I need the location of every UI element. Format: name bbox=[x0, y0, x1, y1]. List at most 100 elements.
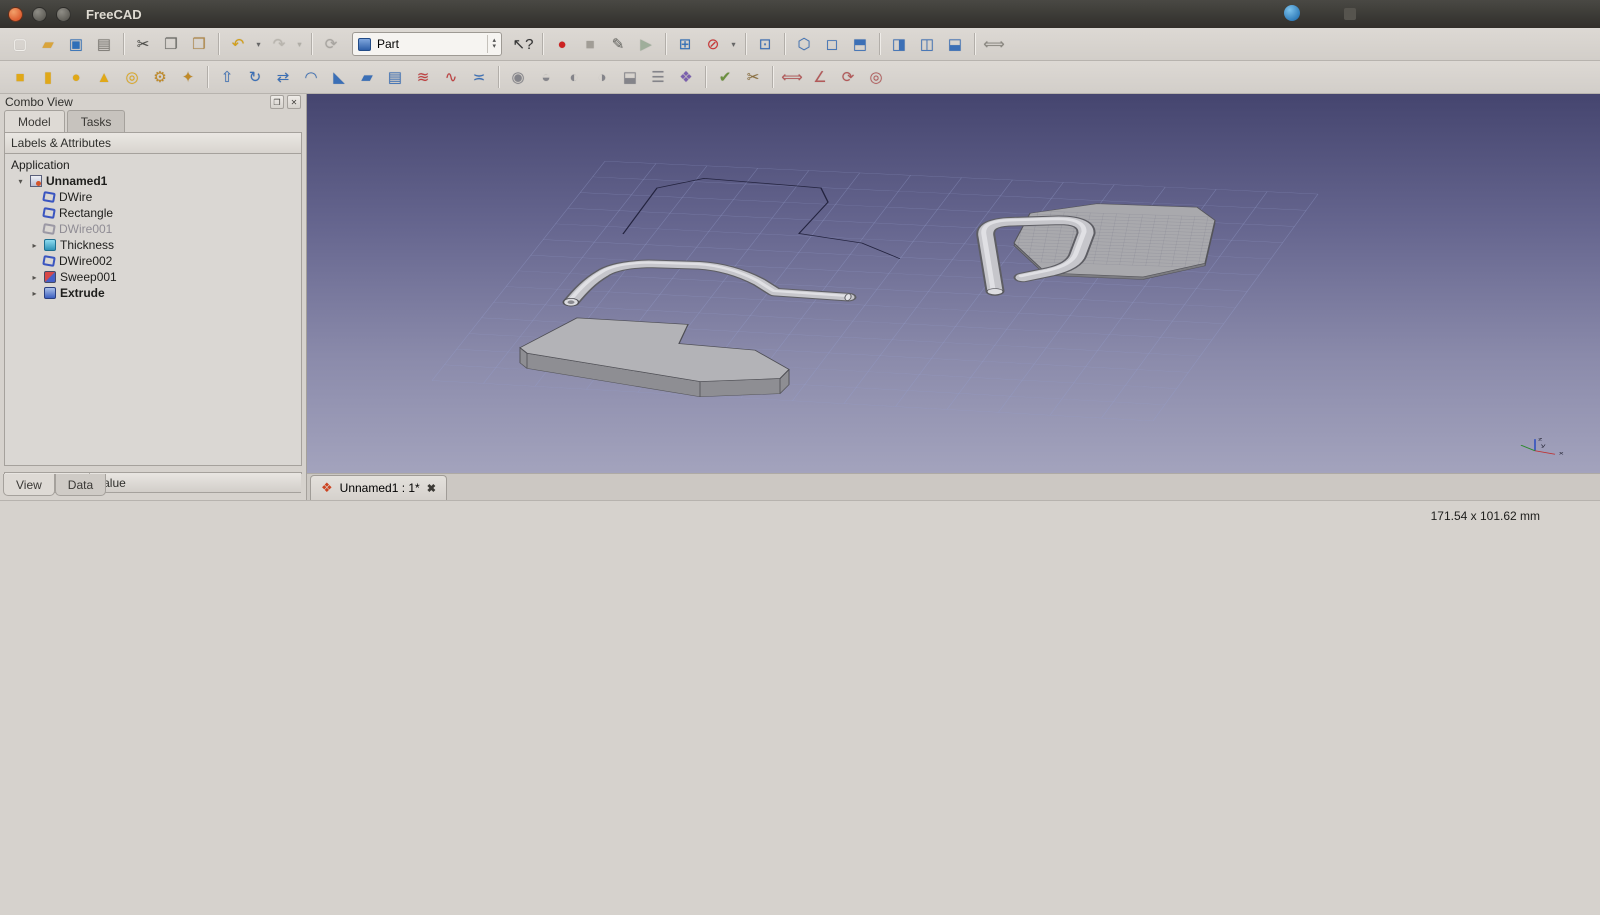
union-icon[interactable]: ◐ bbox=[561, 64, 587, 90]
torus-icon[interactable]: ◎ bbox=[119, 64, 145, 90]
extrude-solid[interactable] bbox=[520, 318, 789, 397]
workbench-selector[interactable]: Part ▴▾ bbox=[352, 32, 502, 56]
axonometric-view-icon[interactable]: ⬡ bbox=[791, 31, 817, 57]
sweep-icon[interactable]: ∿ bbox=[438, 64, 464, 90]
expander-closed-icon[interactable]: ▸ bbox=[29, 289, 40, 298]
revolve-icon[interactable]: ↻ bbox=[242, 64, 268, 90]
fit-all-icon[interactable]: ⊡ bbox=[752, 31, 778, 57]
copy-icon[interactable]: ❐ bbox=[158, 31, 184, 57]
cut-icon[interactable]: ✂ bbox=[130, 31, 156, 57]
measure-icon[interactable]: ⟺ bbox=[981, 31, 1007, 57]
undo-menu-arrow-icon[interactable]: ▾ bbox=[253, 31, 264, 57]
toolbar-separator bbox=[745, 33, 746, 55]
3d-viewport[interactable]: z y x bbox=[307, 94, 1600, 473]
tree-item-thickness[interactable]: ▸ Thickness bbox=[7, 237, 299, 253]
tab-tasks[interactable]: Tasks bbox=[67, 110, 126, 132]
tree-item-unnamed1[interactable]: ▾ Unnamed1 bbox=[7, 173, 299, 189]
document-tab[interactable]: ❖ Unnamed1 : 1* ✖ bbox=[310, 475, 447, 500]
toolbar-separator bbox=[705, 66, 706, 88]
boolean-icon[interactable]: ◉ bbox=[505, 64, 531, 90]
panel-float-button[interactable]: ❐ bbox=[270, 95, 284, 109]
tab-close-icon[interactable]: ✖ bbox=[427, 482, 436, 495]
tree-item-dwire002[interactable]: DWire002 bbox=[7, 253, 299, 269]
tree-item-dwire001[interactable]: DWire001 bbox=[7, 221, 299, 237]
refresh-icon[interactable]: ⟳ bbox=[318, 31, 344, 57]
intersection-icon[interactable]: ◑ bbox=[589, 64, 615, 90]
save-file-icon[interactable]: ▣ bbox=[63, 31, 89, 57]
tree-item-extrude[interactable]: ▸ Extrude bbox=[7, 285, 299, 301]
dwire-profile-wire[interactable] bbox=[623, 178, 900, 258]
measure-toggle-icon[interactable]: ◎ bbox=[863, 64, 889, 90]
cut-boolean-icon[interactable]: ◒ bbox=[533, 64, 559, 90]
tree-column-header[interactable]: Labels & Attributes bbox=[4, 132, 302, 154]
macro-record-icon[interactable]: ● bbox=[549, 31, 575, 57]
zoom-region-icon[interactable]: ⊞ bbox=[672, 31, 698, 57]
new-file-icon[interactable]: ▢ bbox=[7, 31, 33, 57]
macro-stop-icon[interactable]: ■ bbox=[577, 31, 603, 57]
whats-this-icon[interactable]: ↖? bbox=[510, 31, 536, 57]
front-view-icon[interactable]: ◻ bbox=[819, 31, 845, 57]
3d-viewport-canvas[interactable]: z y x bbox=[307, 94, 1600, 473]
redo-menu-arrow-icon[interactable]: ▾ bbox=[294, 31, 305, 57]
chamfer-icon[interactable]: ◣ bbox=[326, 64, 352, 90]
right-view-icon[interactable]: ◨ bbox=[886, 31, 912, 57]
sphere-icon[interactable]: ● bbox=[63, 64, 89, 90]
primitives-icon[interactable]: ⚙ bbox=[147, 64, 173, 90]
tab-view[interactable]: View bbox=[3, 474, 55, 496]
tray-icon[interactable] bbox=[1344, 8, 1356, 20]
tree-root-application[interactable]: Application bbox=[7, 157, 299, 173]
compound-icon[interactable]: ❖ bbox=[673, 64, 699, 90]
workbench-spinner-icon[interactable]: ▴▾ bbox=[487, 35, 496, 53]
extrude-icon[interactable]: ⇧ bbox=[214, 64, 240, 90]
macro-play-icon[interactable]: ▶ bbox=[633, 31, 659, 57]
panel-close-button[interactable]: ✕ bbox=[287, 95, 301, 109]
tray-icon[interactable] bbox=[1284, 5, 1300, 21]
cross-sections-icon[interactable]: ☰ bbox=[645, 64, 671, 90]
tab-data[interactable]: Data bbox=[55, 474, 106, 496]
toolbar-separator bbox=[784, 33, 785, 55]
shape-builder-icon[interactable]: ✦ bbox=[175, 64, 201, 90]
box-icon[interactable]: ■ bbox=[7, 64, 33, 90]
thickness-plate-solid[interactable] bbox=[1002, 204, 1221, 280]
ruled-surface-icon[interactable]: ▤ bbox=[382, 64, 408, 90]
paste-icon[interactable]: ❒ bbox=[186, 31, 212, 57]
tree-item-sweep001[interactable]: ▸ Sweep001 bbox=[7, 269, 299, 285]
bottom-view-icon[interactable]: ⬓ bbox=[942, 31, 968, 57]
window-titlebar[interactable]: FreeCAD bbox=[0, 0, 1600, 28]
expander-closed-icon[interactable]: ▸ bbox=[29, 273, 40, 282]
freecad-document-icon bbox=[30, 175, 42, 187]
model-tree[interactable]: Application ▾ Unnamed1 DWire Rectangle D… bbox=[4, 154, 302, 466]
fillet-icon[interactable]: ◠ bbox=[298, 64, 324, 90]
tree-item-rectangle[interactable]: Rectangle bbox=[7, 205, 299, 221]
redo-icon[interactable]: ↷ bbox=[266, 31, 292, 57]
tree-item-dwire[interactable]: DWire bbox=[7, 189, 299, 205]
defeaturing-icon[interactable]: ✂ bbox=[740, 64, 766, 90]
loft-icon[interactable]: ≋ bbox=[410, 64, 436, 90]
check-geometry-icon[interactable]: ✔ bbox=[712, 64, 738, 90]
expander-open-icon[interactable]: ▾ bbox=[15, 177, 26, 186]
window-close-button[interactable] bbox=[8, 7, 23, 22]
window-maximize-button[interactable] bbox=[56, 7, 71, 22]
draw-style-icon[interactable]: ⊘ bbox=[700, 31, 726, 57]
undo-icon[interactable]: ↶ bbox=[225, 31, 251, 57]
offset-icon[interactable]: ≍ bbox=[466, 64, 492, 90]
open-file-icon[interactable]: ▰ bbox=[35, 31, 61, 57]
cone-icon[interactable]: ▲ bbox=[91, 64, 117, 90]
top-view-icon[interactable]: ⬒ bbox=[847, 31, 873, 57]
tab-model[interactable]: Model bbox=[4, 110, 65, 132]
draw-style-arrow-icon[interactable]: ▾ bbox=[728, 31, 739, 57]
section-icon[interactable]: ⬓ bbox=[617, 64, 643, 90]
rear-view-icon[interactable]: ◫ bbox=[914, 31, 940, 57]
print-icon[interactable]: ▤ bbox=[91, 31, 117, 57]
cylinder-icon[interactable]: ▮ bbox=[35, 64, 61, 90]
make-face-icon[interactable]: ▰ bbox=[354, 64, 380, 90]
combo-view-header[interactable]: Combo View ❐ ✕ bbox=[0, 94, 306, 110]
measure-angular-icon[interactable]: ∠ bbox=[807, 64, 833, 90]
mirror-icon[interactable]: ⇄ bbox=[270, 64, 296, 90]
measure-linear-icon[interactable]: ⟺ bbox=[779, 64, 805, 90]
measure-refresh-icon[interactable]: ⟳ bbox=[835, 64, 861, 90]
window-minimize-button[interactable] bbox=[32, 7, 47, 22]
macro-edit-icon[interactable]: ✎ bbox=[605, 31, 631, 57]
toolbar-separator bbox=[123, 33, 124, 55]
expander-closed-icon[interactable]: ▸ bbox=[29, 241, 40, 250]
